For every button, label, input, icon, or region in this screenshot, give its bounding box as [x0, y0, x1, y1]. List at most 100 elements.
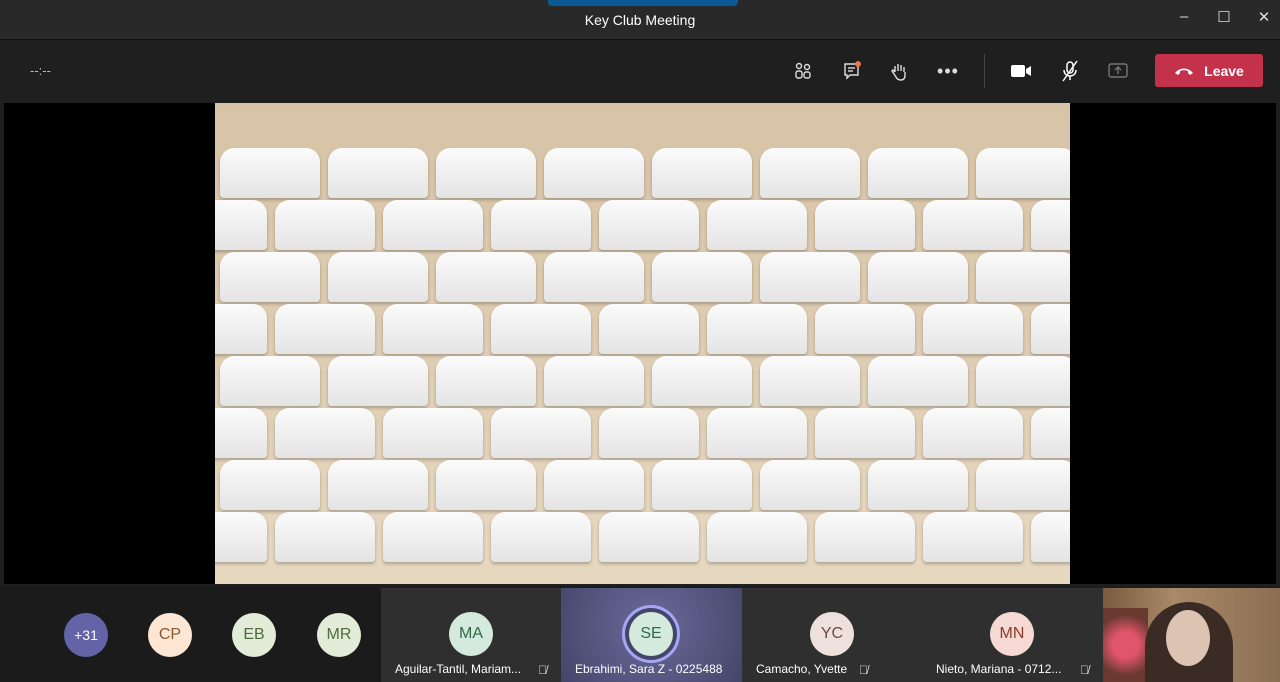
- auditorium-seat: [383, 408, 483, 458]
- auditorium-seat: [436, 460, 536, 510]
- auditorium-seat: [491, 304, 591, 354]
- video-camera-icon: [1011, 65, 1031, 77]
- auditorium-seat: [275, 304, 375, 354]
- auditorium-seat: [815, 304, 915, 354]
- auditorium-seat: [383, 200, 483, 250]
- mic-off-icon: 🎙̸: [538, 663, 547, 677]
- auditorium-seat: [328, 252, 428, 302]
- auditorium-seat: [275, 200, 375, 250]
- auditorium-seat: [652, 356, 752, 406]
- self-video-preview[interactable]: [1103, 588, 1280, 682]
- auditorium-seat: [923, 512, 1023, 562]
- auditorium-seat: [491, 512, 591, 562]
- auditorium-seat: [436, 356, 536, 406]
- auditorium-seat: [1031, 512, 1070, 562]
- auditorium-seat: [491, 408, 591, 458]
- camera-button[interactable]: [1007, 58, 1035, 84]
- auditorium-seat: [599, 512, 699, 562]
- auditorium-seat: [707, 512, 807, 562]
- meeting-toolbar: --:-- ••• Leave: [0, 41, 1280, 101]
- toolbar-divider: [984, 54, 985, 88]
- auditorium-seat: [328, 148, 428, 198]
- participant-tile[interactable]: MN Nieto, Mariana - 0712... 🎙̸: [922, 588, 1103, 682]
- auditorium-seat: [976, 252, 1070, 302]
- participant-avatar: SE: [629, 612, 673, 656]
- window-tab-indicator: [548, 0, 738, 6]
- auditorium-seat: [275, 512, 375, 562]
- auditorium-seat: [760, 460, 860, 510]
- title-bar: Key Club Meeting – ☐ ✕: [0, 0, 1280, 40]
- auditorium-seat: [215, 304, 267, 354]
- participant-name: Aguilar-Tantil, Mariam...: [395, 662, 522, 676]
- auditorium-seat: [652, 460, 752, 510]
- auditorium-seat: [328, 356, 428, 406]
- window-title: Key Club Meeting: [584, 12, 696, 28]
- auditorium-seat: [760, 148, 860, 198]
- auditorium-seat: [544, 252, 644, 302]
- auditorium-seat: [383, 512, 483, 562]
- participant-avatar[interactable]: CP: [148, 613, 192, 657]
- participant-avatar[interactable]: EB: [232, 613, 276, 657]
- auditorium-seat: [868, 356, 968, 406]
- people-icon: [795, 62, 811, 79]
- raise-hand-button[interactable]: [885, 58, 913, 84]
- more-options-button[interactable]: •••: [934, 58, 962, 84]
- auditorium-seat: [436, 252, 536, 302]
- participants-button[interactable]: [789, 58, 817, 84]
- maximize-button[interactable]: ☐: [1211, 8, 1237, 32]
- auditorium-seat: [976, 460, 1070, 510]
- auditorium-seat: [868, 252, 968, 302]
- auditorium-seat: [976, 148, 1070, 198]
- flowers: [1103, 608, 1148, 682]
- auditorium-seat: [815, 200, 915, 250]
- auditorium-seat: [599, 408, 699, 458]
- auditorium-seat: [215, 200, 267, 250]
- participant-name: Nieto, Mariana - 0712...: [936, 662, 1062, 676]
- close-button[interactable]: ✕: [1251, 8, 1277, 32]
- microphone-button[interactable]: [1056, 58, 1084, 84]
- auditorium-seat: [220, 148, 320, 198]
- auditorium-seat: [707, 200, 807, 250]
- auditorium-seat: [220, 252, 320, 302]
- auditorium-seat: [652, 252, 752, 302]
- participant-tile-speaking[interactable]: SE Ebrahimi, Sara Z - 0225488: [561, 588, 742, 682]
- participant-name: Ebrahimi, Sara Z - 0225488: [575, 662, 723, 676]
- meeting-timer: --:--: [30, 63, 51, 78]
- auditorium-seat: [868, 148, 968, 198]
- chat-button[interactable]: [838, 58, 866, 84]
- participant-avatar: MA: [449, 612, 493, 656]
- auditorium-seat: [599, 200, 699, 250]
- auditorium-seat: [544, 148, 644, 198]
- share-icon: [1108, 63, 1128, 78]
- participant-tile[interactable]: YC Camacho, Yvette 🎙̸: [742, 588, 922, 682]
- mic-off-icon: 🎙̸: [1080, 663, 1089, 677]
- auditorium-seat: [868, 460, 968, 510]
- participant-tile[interactable]: MA Aguilar-Tantil, Mariam... 🎙̸: [381, 588, 561, 682]
- participant-avatar: YC: [810, 612, 854, 656]
- auditorium-seat: [491, 200, 591, 250]
- leave-button[interactable]: Leave: [1155, 54, 1263, 87]
- mic-off-icon: [1062, 60, 1078, 82]
- auditorium-seat: [328, 460, 428, 510]
- ellipsis-icon: •••: [937, 60, 959, 81]
- auditorium-seat: [215, 512, 267, 562]
- person-face: [1166, 610, 1210, 666]
- more-participants-button[interactable]: +31: [64, 613, 108, 657]
- share-screen-button[interactable]: [1104, 58, 1132, 84]
- auditorium-seat: [383, 304, 483, 354]
- auditorium-seat: [815, 512, 915, 562]
- auditorium-seat: [923, 200, 1023, 250]
- participant-avatar[interactable]: MR: [317, 613, 361, 657]
- phone-hangup-icon: [1175, 68, 1194, 75]
- auditorium-seat: [923, 408, 1023, 458]
- participant-avatar: MN: [990, 612, 1034, 656]
- participant-strip: +31 CP EB MR MA Aguilar-Tantil, Mariam..…: [0, 586, 1280, 682]
- auditorium-seat: [220, 460, 320, 510]
- auditorium-seat: [1031, 408, 1070, 458]
- main-video-stage: [4, 103, 1276, 584]
- auditorium-seat: [652, 148, 752, 198]
- auditorium-seat: [707, 304, 807, 354]
- auditorium-seat: [815, 408, 915, 458]
- together-mode-video: [215, 103, 1070, 584]
- minimize-button[interactable]: –: [1171, 8, 1197, 32]
